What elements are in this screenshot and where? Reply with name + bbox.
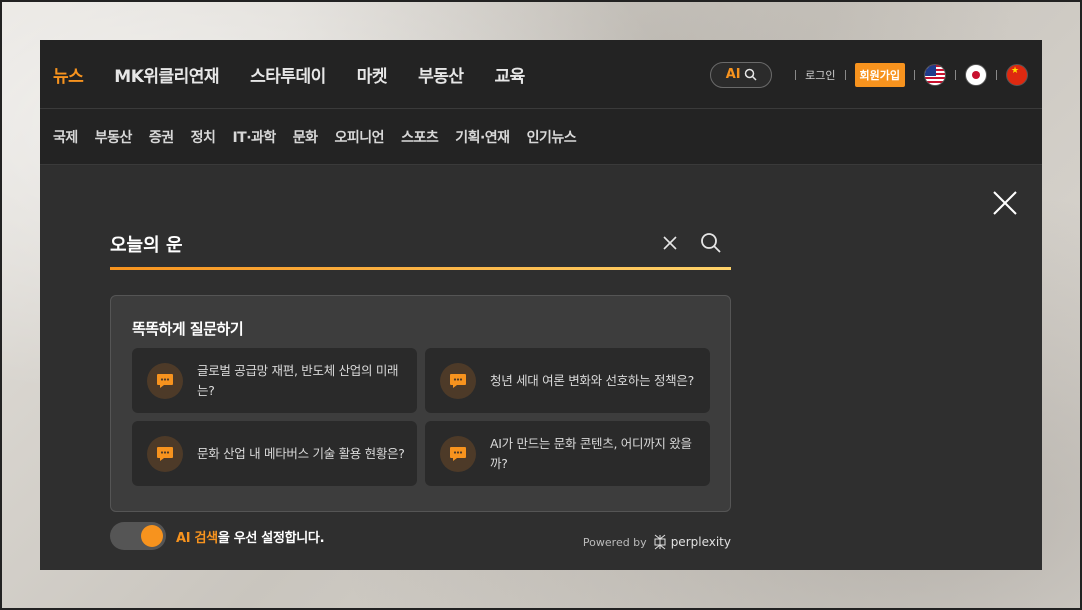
search-overlay: 똑똑하게 질문하기 글로벌 공급망 재편, 반도체 산업의 미래는? 청년 세대… [40,166,1042,570]
chat-bubble-icon [440,362,476,399]
nav-item-realestate[interactable]: 부동산 [418,62,464,87]
perplexity-brand: perplexity [670,535,731,549]
ai-search-label-rest: 을 우선 설정합니다. [217,530,325,546]
divider [914,69,915,80]
suggestion-panel: 똑똑하게 질문하기 글로벌 공급망 재편, 반도체 산업의 미래는? 청년 세대… [110,295,731,512]
chat-bubble-icon [147,435,183,472]
chat-bubble-icon [147,362,183,399]
subnav-item-opinion[interactable]: 오피니언 [335,127,385,147]
suggestion-title: 똑똑하게 질문하기 [132,320,244,338]
search-icon[interactable] [699,231,723,255]
top-navigation: 뉴스 MK위클리연재 스타투데이 마켓 부동산 교육 AI 로그인 회원가입 [40,40,1042,109]
ai-search-toggle[interactable] [110,522,166,550]
china-flag-icon[interactable] [1006,63,1028,86]
suggestion-card[interactable]: 문화 산업 내 메타버스 기술 활용 현황은? [132,421,417,486]
powered-by: Powered by perplexity [583,534,731,550]
subnav-item-popular[interactable]: 인기뉴스 [527,127,577,147]
search-input[interactable] [110,228,630,260]
search-bar [110,228,731,270]
nav-item-education[interactable]: 교육 [494,62,525,87]
signup-button[interactable]: 회원가입 [854,62,905,87]
search-icon [744,68,757,81]
nav-item-mk-weekly[interactable]: MK위클리연재 [114,62,219,87]
ai-search-button[interactable]: AI [710,61,773,88]
ai-search-preference: AI 검색을 우선 설정합니다. [110,522,325,550]
nav-item-market[interactable]: 마켓 [357,62,388,87]
subnav-item-politics[interactable]: 정치 [191,127,216,147]
subnav-item-culture[interactable]: 문화 [293,127,318,147]
suggestion-card[interactable]: AI가 만드는 문화 콘텐츠, 어디까지 왔을까? [425,421,710,486]
us-flag-icon[interactable] [924,63,946,86]
close-icon[interactable] [992,190,1018,216]
ai-search-highlight: AI 검색 [176,530,218,546]
suggestion-text: 글로벌 공급망 재편, 반도체 산업의 미래는? [197,362,399,398]
toggle-knob [141,525,163,547]
divider [996,69,997,80]
subnav-item-features[interactable]: 기획·연재 [455,127,510,147]
subnav-item-realestate[interactable]: 부동산 [95,127,133,147]
ai-search-toggle-label: AI 검색을 우선 설정합니다. [176,527,325,546]
nav-item-startoday[interactable]: 스타투데이 [250,62,326,87]
chat-bubble-icon [440,435,476,472]
ai-search-label: AI [725,67,741,82]
divider [955,69,956,80]
japan-flag-icon[interactable] [965,63,987,86]
divider [844,69,846,80]
subnav-item-international[interactable]: 국제 [53,127,78,147]
login-link[interactable]: 로그인 [805,67,835,83]
top-utility-bar: AI 로그인 회원가입 [710,40,1028,109]
site-frame: 뉴스 MK위클리연재 스타투데이 마켓 부동산 교육 AI 로그인 회원가입 ★… [40,40,1042,570]
suggestion-card[interactable]: 글로벌 공급망 재편, 반도체 산업의 미래는? [132,348,417,413]
powered-by-text: Powered by [582,535,647,549]
sub-navigation: 국제 부동산 증권 정치 IT·과학 문화 오피니언 스포츠 기획·연재 인기뉴… [40,109,1042,165]
perplexity-logo-icon [654,534,666,550]
suggestion-text: AI가 만드는 문화 콘텐츠, 어디까지 왔을까? [490,435,692,471]
clear-icon[interactable] [661,234,679,252]
suggestion-card[interactable]: 청년 세대 여론 변화와 선호하는 정책은? [425,348,710,413]
suggestion-text: 청년 세대 여론 변화와 선호하는 정책은? [490,372,694,388]
subnav-item-it-science[interactable]: IT·과학 [232,127,276,147]
divider [795,69,797,80]
nav-item-news[interactable]: 뉴스 [53,62,84,87]
subnav-item-stocks[interactable]: 증권 [149,127,174,147]
subnav-item-sports[interactable]: 스포츠 [401,127,439,147]
suggestion-text: 문화 산업 내 메타버스 기술 활용 현황은? [197,445,405,461]
